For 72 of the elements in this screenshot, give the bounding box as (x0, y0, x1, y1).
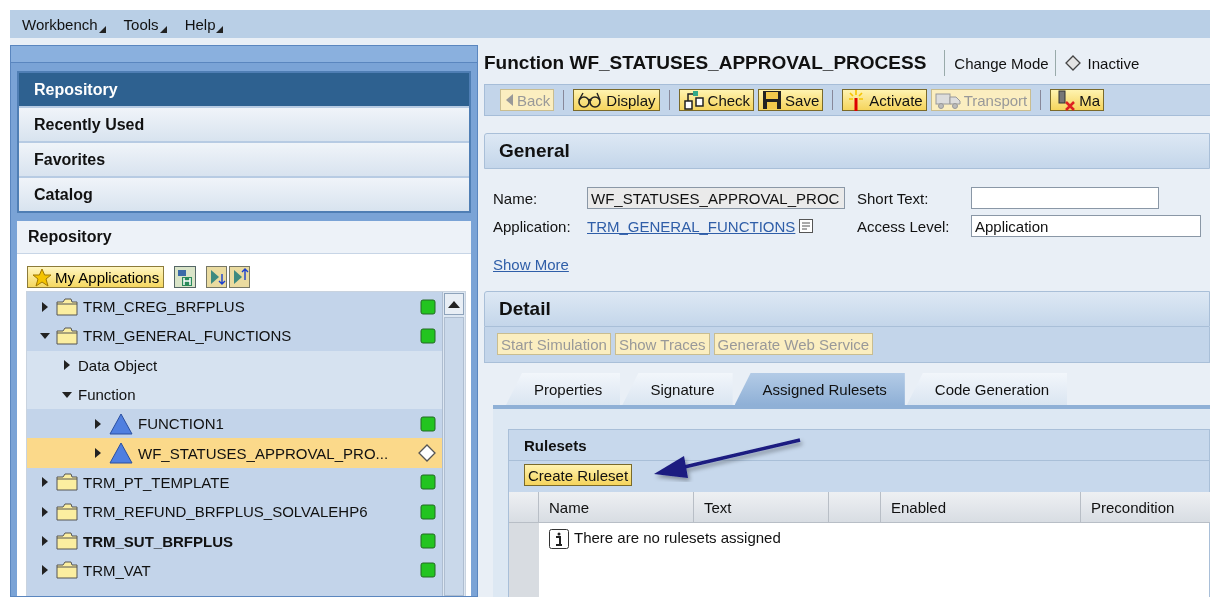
my-applications-button[interactable]: My Applications (27, 266, 165, 288)
expand-down-icon[interactable] (206, 266, 251, 288)
folder-icon (56, 297, 78, 316)
tree-row[interactable]: TRM_VAT (27, 555, 442, 585)
triangle-icon (109, 442, 133, 465)
activate-button[interactable]: Activate (842, 89, 927, 111)
select-all-cell[interactable] (509, 492, 539, 523)
menu-item[interactable]: Help (184, 15, 224, 33)
hierarchy-icon (682, 90, 705, 110)
create-ruleset-button[interactable]: Create Ruleset (524, 464, 633, 486)
back-arrow-icon (504, 93, 514, 107)
scrollbar[interactable] (442, 292, 465, 596)
field-label: Application: (493, 217, 572, 235)
folder-icon (56, 502, 78, 521)
section-title: Repository (17, 221, 471, 254)
tab[interactable]: Code Generation (906, 373, 1068, 405)
truck-icon (934, 91, 961, 109)
column-header[interactable]: Precondition (1081, 492, 1210, 523)
status-label: Inactive (1087, 54, 1140, 72)
folder-icon (56, 561, 78, 580)
menu-item[interactable]: Tools (123, 15, 167, 33)
tab[interactable]: Assigned Rulesets (734, 373, 905, 405)
tree-row[interactable]: Function (27, 379, 442, 410)
folder-icon (56, 532, 78, 550)
glasses-icon (577, 91, 604, 109)
field-label: Name: (493, 189, 539, 207)
tree-row[interactable]: FUNCTION1 (27, 409, 442, 439)
name-field[interactable]: WF_STATUSES_APPROVAL_PROC (587, 187, 845, 209)
field-label: Short Text: (857, 189, 930, 207)
field-label: Access Level: (857, 217, 951, 235)
tree-row[interactable]: TRM_CREG_BRFPLUS (27, 292, 442, 322)
star-icon (32, 267, 52, 287)
section-header: Detail (484, 291, 1210, 327)
tree-row[interactable]: TRM_GENERAL_FUNCTIONS (27, 321, 442, 351)
save-button[interactable]: Save (758, 89, 824, 111)
tree-row[interactable]: WF_STATUSES_APPROVAL_PRO... (27, 438, 442, 468)
folder-icon (56, 473, 78, 492)
section-header: General (484, 133, 1210, 169)
dropdown-icon (216, 25, 224, 33)
document-icon[interactable] (799, 219, 814, 233)
access-level-field[interactable]: Application (971, 215, 1201, 237)
dropdown-icon (98, 25, 106, 33)
tree-row[interactable]: TRM_PT_TEMPLATE (27, 467, 442, 498)
column-header[interactable]: Text (694, 492, 829, 523)
column-header[interactable]: Enabled (881, 492, 1081, 523)
menu-item[interactable]: Workbench (22, 15, 106, 33)
page-title: Function WF_STATUSES_APPROVAL_PROCESS (484, 52, 928, 74)
panel-title: Rulesets (509, 430, 1209, 461)
scroll-up-icon[interactable] (448, 300, 460, 308)
diamond-icon (1064, 55, 1081, 71)
check-button[interactable]: Check (678, 89, 755, 111)
triangle-icon (109, 412, 133, 435)
info-icon (549, 529, 569, 549)
tab[interactable]: Signature (622, 373, 733, 405)
empty-message: There are no rulesets assigned (574, 529, 781, 546)
dropdown-icon (159, 25, 167, 33)
nav-item[interactable]: Favorites (19, 143, 469, 176)
short-text-field[interactable] (971, 187, 1159, 209)
tree-row[interactable]: Data Object (27, 350, 442, 380)
folder-icon (56, 326, 78, 345)
nav-item[interactable]: Catalog (19, 178, 469, 211)
tab[interactable]: Properties (506, 373, 621, 405)
nav-item[interactable]: Repository (19, 73, 469, 106)
application-link[interactable]: TRM_GENERAL_FUNCTIONS (587, 217, 796, 235)
tree-row[interactable]: TRM_REFUND_BRFPLUS_SOLVALEHP6 (27, 497, 442, 527)
show-more-link[interactable]: Show More (493, 256, 569, 273)
nav-item[interactable]: Recently Used (19, 108, 469, 141)
display-button[interactable]: Display (573, 89, 660, 111)
column-header[interactable]: Name (539, 492, 694, 523)
tree-row[interactable]: TRM_SUT_BRFPLUS (27, 526, 442, 556)
mode-label: Change Mode (954, 54, 1049, 72)
more-button[interactable]: Ma (1050, 89, 1105, 111)
